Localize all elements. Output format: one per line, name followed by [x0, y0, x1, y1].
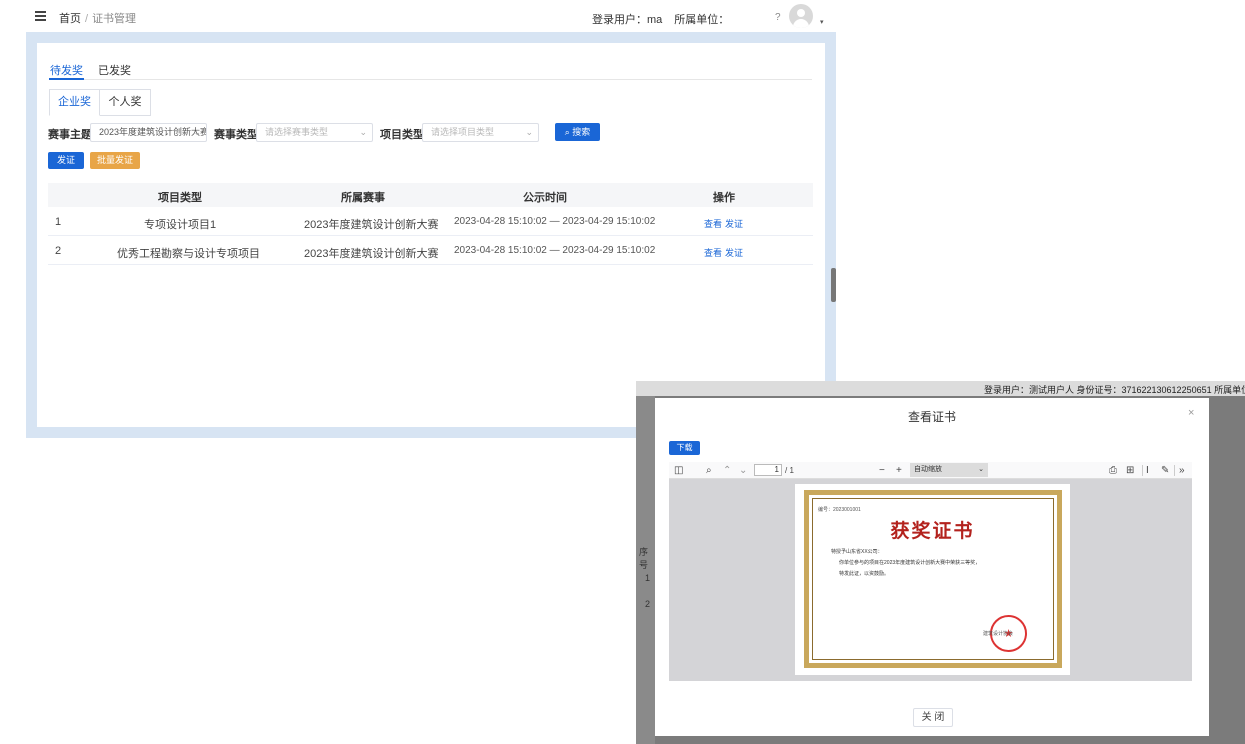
row-time: 2023-04-28 15:10:02 — 2023-04-29 15:10:0… [454, 216, 656, 227]
certificate-line: 特授予山东省XX公司： [831, 549, 883, 555]
print-icon[interactable]: ⎙ [1109, 464, 1117, 477]
page-number-input[interactable]: 1 [754, 464, 782, 476]
main-window: 首页 / 证书管理 登录用户：ma 所属单位： ? ▾ 待发奖 已发奖 企业奖 个人奖… [26, 0, 836, 438]
zoom-select[interactable]: 自动缩放 ⌄ [910, 463, 988, 477]
search-button-label: 搜索 [572, 127, 591, 137]
project-type-label: 项目类型 [380, 129, 424, 141]
row-event: 2023年度建筑设计创新大赛 [304, 248, 439, 260]
certificate-title: 获奖证书 [890, 520, 975, 542]
certificate-line: 你单位参与的项目在2023年度建筑设计创新大赛中荣获三等奖， [839, 560, 981, 566]
topic-select[interactable]: 2023年度建筑设计创新大赛 ⌄ [90, 123, 207, 142]
save-icon[interactable]: ⊞ [1126, 464, 1134, 477]
top-navbar: 首页 / 证书管理 登录用户：ma 所属单位： ? ▾ [26, 0, 836, 32]
project-type-select[interactable]: 请选择项目类型 ⌄ [422, 123, 539, 142]
breadcrumb-separator: / [85, 13, 89, 25]
download-button[interactable]: 下载 [669, 441, 700, 455]
next-page-icon[interactable]: ⌄ [739, 464, 747, 477]
award-table: 项目类型 所属赛事 公示时间 操作 1 专项设计项目1 2023年度建筑设计创新… [48, 183, 813, 265]
batch-issue-button[interactable]: 批量发证 [90, 152, 140, 169]
unit-label: 所属单位： [674, 14, 730, 26]
column-header-operation: 操作 [713, 192, 735, 204]
issue-link[interactable]: 发证 [725, 217, 743, 230]
row-project-type: 优秀工程勘察与设计专项项目 [117, 248, 260, 260]
certificate-number: 编号：2023001001 [818, 507, 861, 513]
chevron-down-icon: ⌄ [525, 127, 533, 137]
background-table-strip: 序号 1 2 [636, 396, 655, 744]
view-link[interactable]: 查看 [704, 217, 722, 230]
tab-pending-award[interactable]: 待发奖 [49, 62, 84, 80]
column-header-time: 公示时间 [523, 192, 567, 204]
certificate-modal: 查看证书 × 下载 ◫ ⌕ ⌃ ⌄ 1 / 1 − + 自动缩放 ⌄ ⎙ ⊞ I … [655, 398, 1209, 736]
toolbar-divider [1174, 465, 1175, 476]
table-row: 2 优秀工程勘察与设计专项项目 2023年度建筑设计创新大赛 2023-04-2… [48, 236, 813, 265]
modal-title: 查看证书 [907, 410, 956, 424]
certificate-page: 编号：2023001001 获奖证书 特授予山东省XX公司： 你单位参与的项目在… [795, 484, 1070, 675]
more-tools-icon[interactable]: » [1179, 464, 1185, 477]
row-index: 1 [55, 216, 62, 228]
chevron-down-icon[interactable]: ▾ [820, 18, 824, 26]
event-type-select[interactable]: 请选择赛事类型 ⌄ [256, 123, 373, 142]
chevron-down-icon: ⌄ [193, 127, 201, 137]
zoom-select-value: 自动缩放 [914, 466, 942, 473]
topic-select-value: 2023年度建筑设计创新大赛 [99, 127, 207, 137]
tab-enterprise-award[interactable]: 企业奖 [49, 89, 100, 116]
hamburger-menu-icon[interactable] [35, 11, 46, 21]
scrollbar-thumb[interactable] [831, 268, 836, 302]
close-icon[interactable]: × [1188, 407, 1194, 419]
certificate-issuer: 建筑设计协会 [983, 631, 1014, 637]
page-total: / 1 [785, 466, 794, 475]
chevron-down-icon: ⌄ [978, 466, 984, 473]
column-header-project-type: 项目类型 [158, 192, 202, 204]
chevron-down-icon: ⌄ [359, 127, 367, 137]
pdf-toolbar: ◫ ⌕ ⌃ ⌄ 1 / 1 − + 自动缩放 ⌄ ⎙ ⊞ I ✎ » [669, 462, 1192, 479]
table-header: 项目类型 所属赛事 公示时间 操作 [48, 183, 813, 207]
background-row-label: 1 [645, 573, 651, 583]
background-topbar: 登录用户：测试用户人 身份证号：371622130612250651 所属单位 [636, 381, 1245, 396]
status-tabs: 待发奖 已发奖 [49, 62, 812, 80]
event-type-placeholder: 请选择赛事类型 [265, 127, 329, 137]
row-project-type: 专项设计项目1 [144, 219, 217, 231]
column-header-event: 所属赛事 [341, 192, 385, 204]
text-select-icon[interactable]: I [1146, 464, 1149, 477]
content-panel: 待发奖 已发奖 企业奖 个人奖 赛事主题 2023年度建筑设计创新大赛 ⌄ 赛事类… [37, 43, 825, 427]
row-index: 2 [55, 245, 62, 257]
tab-issued-award[interactable]: 已发奖 [98, 62, 131, 80]
background-row-label: 序号 [639, 547, 649, 570]
background-user-info: 登录用户：测试用户人 身份证号：371622130612250651 所属单位 [984, 385, 1245, 395]
help-icon[interactable]: ? [775, 12, 781, 23]
event-type-label: 赛事类型 [214, 129, 258, 141]
tab-personal-award[interactable]: 个人奖 [100, 89, 151, 116]
login-user-label: 登录用户： [592, 14, 647, 26]
topic-label: 赛事主题 [48, 129, 92, 141]
search-button[interactable]: ⌕ 搜索 [555, 123, 600, 141]
avatar[interactable] [789, 4, 813, 28]
sidebar-toggle-icon[interactable]: ◫ [674, 464, 683, 477]
certificate-line: 特发此证，以资鼓励。 [839, 571, 890, 577]
zoom-in-icon[interactable]: + [896, 464, 902, 477]
view-link[interactable]: 查看 [704, 246, 722, 259]
row-event: 2023年度建筑设计创新大赛 [304, 219, 439, 231]
close-button[interactable]: 关 闭 [913, 708, 953, 727]
breadcrumb-home[interactable]: 首页 [59, 13, 81, 25]
zoom-out-icon[interactable]: − [879, 464, 885, 477]
background-row-label: 2 [645, 599, 651, 609]
table-row: 1 专项设计项目1 2023年度建筑设计创新大赛 2023-04-28 15:1… [48, 207, 813, 236]
toolbar-divider [1142, 465, 1143, 476]
user-info: 登录用户：ma 所属单位： [592, 11, 729, 27]
find-icon[interactable]: ⌕ [706, 464, 712, 477]
login-user-value: ma [647, 14, 663, 26]
breadcrumb: 首页 / 证书管理 [59, 10, 136, 26]
issue-link[interactable]: 发证 [725, 246, 743, 259]
row-time: 2023-04-28 15:10:02 — 2023-04-29 15:10:0… [454, 245, 656, 256]
project-type-placeholder: 请选择项目类型 [431, 127, 495, 137]
breadcrumb-current: 证书管理 [92, 13, 137, 25]
draw-icon[interactable]: ✎ [1161, 464, 1169, 477]
previous-page-icon[interactable]: ⌃ [723, 464, 731, 477]
issue-button[interactable]: 发证 [48, 152, 84, 169]
